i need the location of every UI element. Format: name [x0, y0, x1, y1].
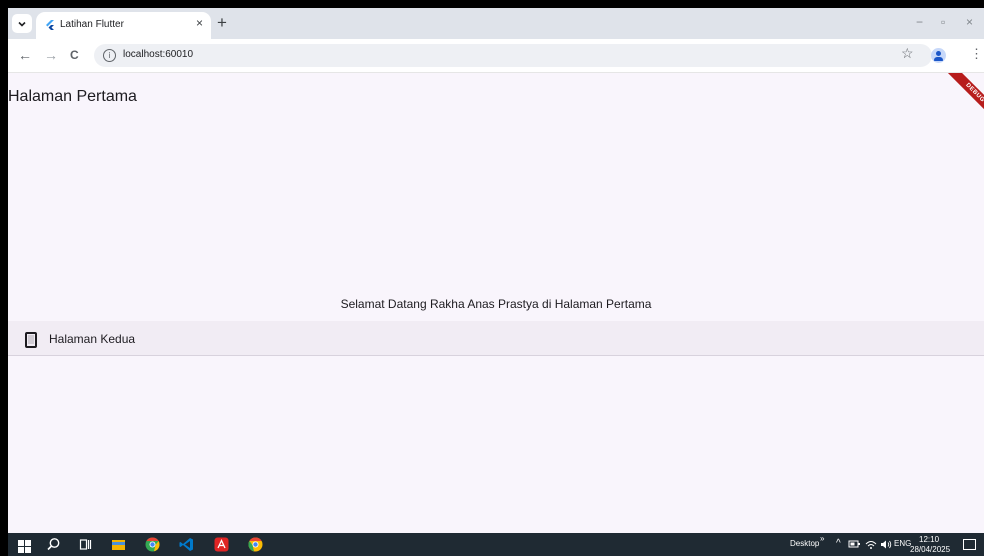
profile-avatar-icon[interactable] [931, 48, 946, 63]
search-icon[interactable] [46, 537, 61, 552]
clock-time[interactable]: 12:10 [919, 535, 939, 544]
volume-icon[interactable] [880, 539, 892, 550]
browser-tab[interactable]: Latihan Flutter × [36, 12, 211, 39]
tab-strip: Latihan Flutter × + − ▫ × [8, 8, 984, 39]
file-explorer-icon[interactable] [111, 537, 126, 552]
forward-icon[interactable]: → [44, 47, 58, 63]
chevron-down-icon [18, 21, 26, 27]
flutter-icon [46, 20, 54, 30]
tab-search-button[interactable] [12, 14, 32, 33]
desktop-toolbar-label[interactable]: Desktop [790, 539, 819, 548]
chrome-icon[interactable] [248, 537, 263, 552]
new-tab-button[interactable]: + [217, 13, 227, 33]
windows-taskbar: Desktop » ^ ENG 12:10 28/04/2025 [8, 533, 984, 556]
bookmark-star-icon[interactable]: ☆ [901, 45, 914, 62]
browser-menu-icon[interactable]: ⋮ [970, 46, 983, 62]
list-tile-halaman-kedua[interactable]: Halaman Kedua [8, 321, 984, 356]
debug-banner: DEBUG [946, 73, 984, 122]
toolbar-expand-icon[interactable]: » [820, 534, 824, 543]
welcome-text: Selamat Datang Rakha Anas Prastya di Hal… [340, 297, 652, 311]
minimize-icon[interactable]: − [916, 15, 923, 29]
clock-date[interactable]: 28/04/2025 [910, 545, 950, 554]
tab-close-icon[interactable]: × [196, 16, 203, 30]
browser-window: Latihan Flutter × + − ▫ × ← → C i localh… [8, 8, 984, 556]
chrome-icon[interactable] [145, 537, 160, 552]
flutter-app: Halaman Pertama DEBUG Selamat Datang Rak… [8, 73, 984, 533]
info-icon[interactable]: i [103, 49, 116, 62]
reload-icon[interactable]: C [70, 47, 79, 63]
tab-title: Latihan Flutter [60, 19, 124, 30]
wifi-icon[interactable] [865, 539, 877, 550]
browser-toolbar: ← → C i localhost:60010 ☆ ⋮ [8, 39, 984, 73]
window-close-icon[interactable]: × [966, 15, 973, 29]
back-icon[interactable]: ← [18, 47, 32, 63]
url-text[interactable]: localhost:60010 [123, 49, 193, 60]
phone-icon [25, 332, 37, 348]
notification-icon[interactable] [963, 539, 976, 550]
language-indicator[interactable]: ENG [894, 539, 911, 548]
acrobat-icon[interactable] [214, 537, 229, 552]
address-bar[interactable]: i localhost:60010 [94, 44, 932, 67]
tray-overflow-icon[interactable]: ^ [836, 538, 841, 549]
task-view-icon[interactable] [78, 537, 93, 552]
windows-start-icon[interactable] [16, 537, 31, 553]
list-tile-label: Halaman Kedua [49, 332, 136, 346]
vscode-icon[interactable] [179, 537, 194, 552]
page-title: Halaman Pertama [8, 88, 137, 105]
restore-icon[interactable]: ▫ [941, 15, 945, 29]
battery-icon[interactable] [848, 539, 861, 549]
